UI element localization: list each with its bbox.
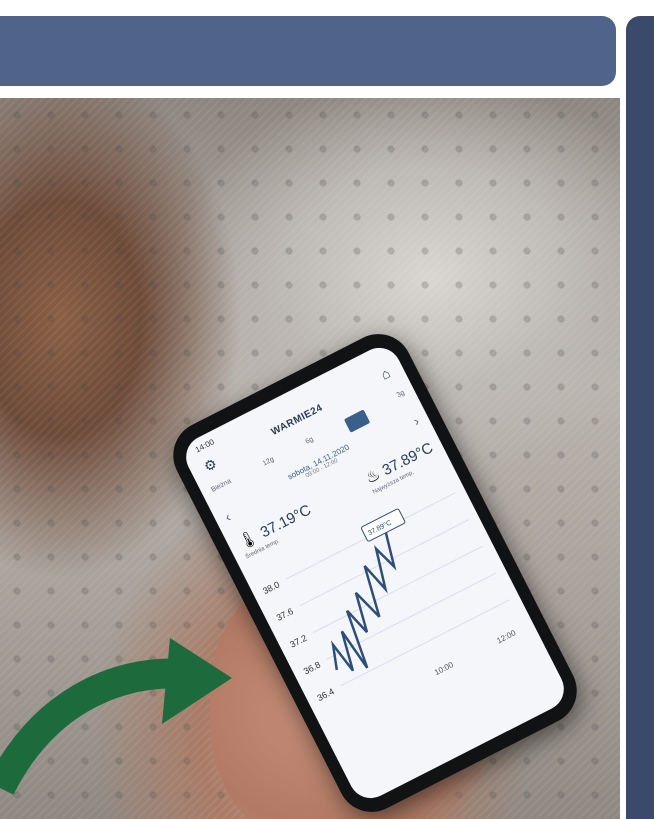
- y-tick: 37.2: [288, 633, 308, 650]
- max-temp-block: ♨ 37.89°C Najwyższa temp.: [362, 438, 440, 495]
- x-tick: 12:00: [495, 628, 517, 645]
- y-tick: 38.0: [261, 579, 281, 596]
- tab-3g[interactable]: 3g: [396, 389, 410, 406]
- side-strip: [626, 16, 654, 819]
- photo: 14:00 ⚙ WARMIE24 ⌂ Bieżna 12g 6g 3g ‹ so…: [0, 98, 620, 819]
- green-arrow: [0, 638, 232, 795]
- y-tick: 36.8: [302, 660, 322, 677]
- tab-current[interactable]: Bieżna: [210, 478, 236, 501]
- grid-line: [313, 545, 483, 633]
- tab-selected[interactable]: [343, 409, 371, 433]
- x-tick: 10:00: [433, 660, 455, 677]
- flame-icon: ♨: [362, 466, 384, 488]
- tab-6g[interactable]: 6g: [304, 436, 318, 453]
- grid-line: [340, 599, 511, 687]
- top-banner: [0, 16, 616, 86]
- y-tick: 36.4: [316, 686, 336, 703]
- y-tick: 37.6: [275, 606, 295, 623]
- status-time: 14:00: [193, 437, 216, 455]
- tab-12g[interactable]: 12g: [262, 456, 279, 475]
